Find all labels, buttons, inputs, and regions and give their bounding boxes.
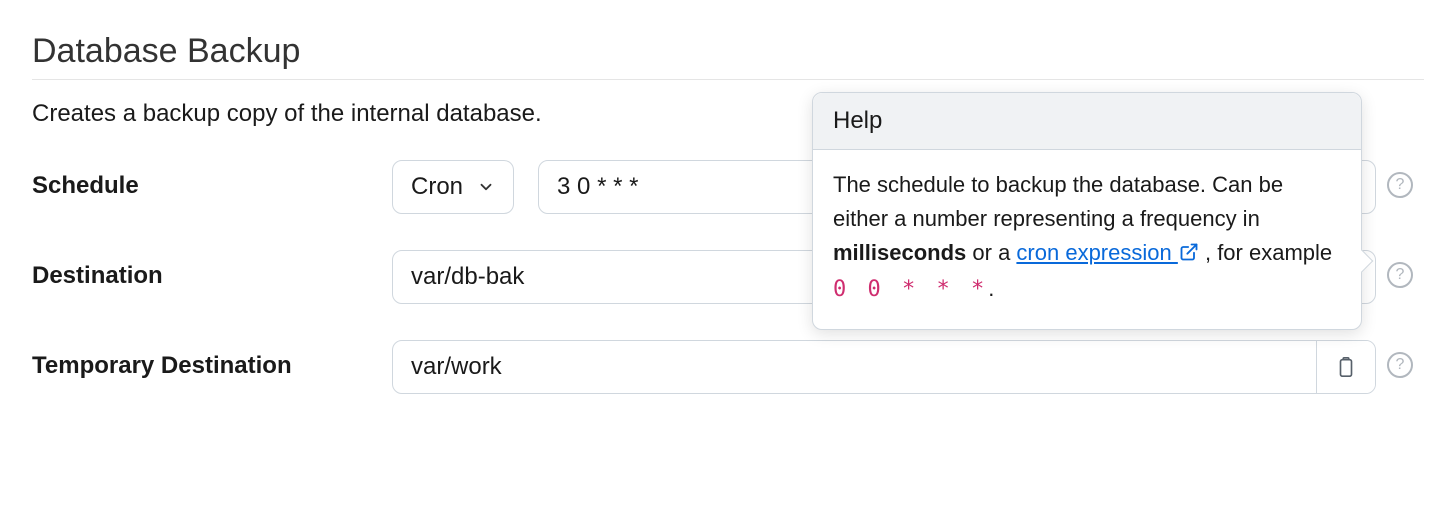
temp-destination-input[interactable] xyxy=(393,341,1316,393)
external-link-icon xyxy=(1179,238,1199,272)
section-title: Database Backup xyxy=(32,32,1424,80)
clipboard-icon xyxy=(1335,356,1357,378)
schedule-type-select[interactable]: Cron xyxy=(392,160,514,214)
chevron-down-icon xyxy=(477,178,495,196)
help-tooltip: Help The schedule to backup the database… xyxy=(812,92,1362,330)
help-icon[interactable]: ? xyxy=(1387,262,1413,288)
tooltip-text-bold: milliseconds xyxy=(833,240,966,265)
tooltip-text: The schedule to backup the database. Can… xyxy=(833,172,1283,231)
tooltip-title: Help xyxy=(813,93,1361,150)
schedule-label: Schedule xyxy=(32,160,392,200)
tooltip-text: or a xyxy=(966,240,1016,265)
schedule-type-value: Cron xyxy=(411,173,463,201)
tooltip-code-example: 0 0 * * * xyxy=(833,277,988,302)
destination-label: Destination xyxy=(32,250,392,290)
copy-button[interactable] xyxy=(1316,341,1375,393)
tooltip-body: The schedule to backup the database. Can… xyxy=(813,150,1361,329)
tooltip-text: , for example xyxy=(1205,240,1332,265)
cron-expression-link[interactable]: cron expression xyxy=(1016,240,1198,265)
temp-destination-row: Temporary Destination ? xyxy=(32,340,1424,394)
temp-destination-label: Temporary Destination xyxy=(32,340,392,380)
help-icon[interactable]: ? xyxy=(1387,352,1413,378)
help-icon[interactable]: ? xyxy=(1387,172,1413,198)
tooltip-text: . xyxy=(988,276,994,301)
